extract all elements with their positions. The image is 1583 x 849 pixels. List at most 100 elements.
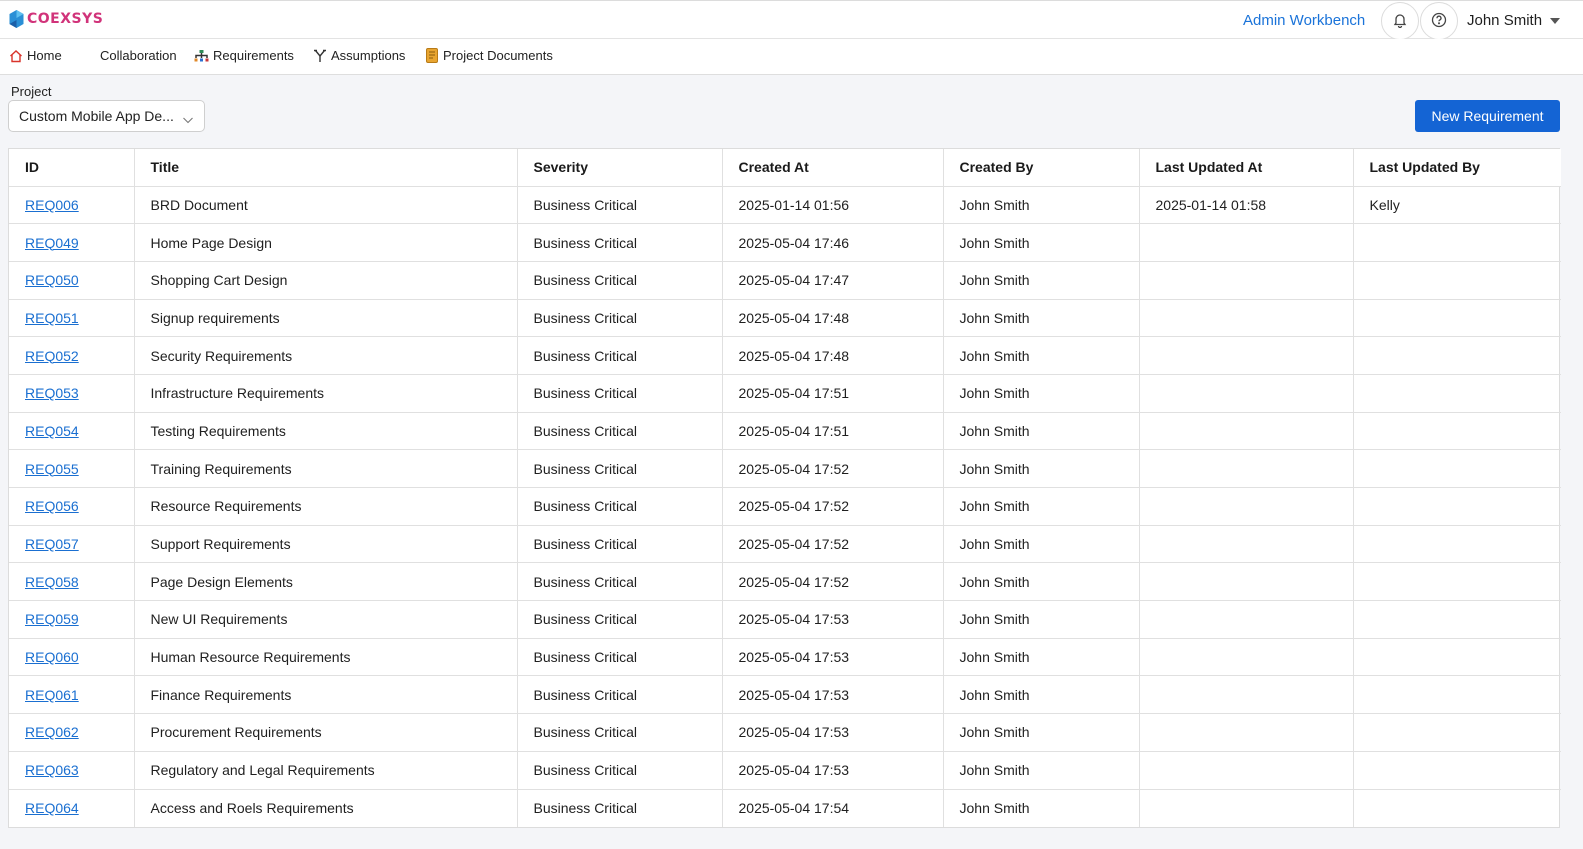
admin-workbench-link[interactable]: Admin Workbench (1243, 12, 1365, 29)
main-nav: Home Collaboration Requirements Assumpti… (0, 39, 1583, 75)
cell-last-updated-at (1139, 789, 1354, 827)
cell-last-updated-by (1353, 412, 1561, 451)
cell-severity: Business Critical (517, 223, 723, 262)
notifications-button[interactable] (1381, 2, 1419, 40)
table-body: REQ006 BRD Document Business Critical 2025-… (9, 186, 1561, 827)
table-row[interactable]: REQ052 Security Requirements Business Crit… (9, 336, 1561, 375)
new-requirement-button[interactable]: New Requirement (1415, 100, 1560, 132)
cell-created-at: 2025-05-04 17:52 (722, 562, 944, 602)
column-header-last-updated-by[interactable]: Last Updated By (1353, 149, 1561, 187)
cell-created-at: 2025-05-04 17:48 (722, 336, 944, 375)
nav-project-documents[interactable]: Project Documents (424, 48, 553, 63)
requirement-id-link[interactable]: REQ049 (25, 235, 79, 251)
cell-id: REQ006 (9, 186, 135, 225)
cell-created-by: John Smith (943, 675, 1140, 715)
column-header-created-by[interactable]: Created By (943, 149, 1140, 187)
user-name: John Smith (1467, 12, 1543, 29)
cell-id: REQ049 (9, 223, 135, 262)
table-row[interactable]: REQ054 Testing Requirements Business Criti… (9, 412, 1561, 451)
cell-last-updated-by (1353, 261, 1561, 300)
table-row[interactable]: REQ057 Support Requirements Business Criti… (9, 525, 1561, 564)
table-row[interactable]: REQ058 Page Design Elements Business Criti… (9, 562, 1561, 602)
requirement-id-link[interactable]: REQ064 (25, 800, 79, 816)
table-row[interactable]: REQ056 Resource Requirements Business Crit… (9, 487, 1561, 526)
project-label: Project (11, 84, 52, 99)
nav-assumptions-label: Assumptions (331, 48, 406, 63)
table-row[interactable]: REQ006 BRD Document Business Critical 2025-… (9, 186, 1561, 225)
logo[interactable]: COEXSYS (8, 9, 103, 29)
table-row[interactable]: REQ051 Signup requirements Business Critic… (9, 299, 1561, 338)
cell-created-by: John Smith (943, 223, 1140, 262)
cell-id: REQ053 (9, 374, 135, 413)
table-row[interactable]: REQ059 New UI Requirements Business Critic… (9, 600, 1561, 639)
cell-severity: Business Critical (517, 675, 723, 715)
requirement-id-link[interactable]: REQ052 (25, 348, 79, 364)
cell-created-by: John Smith (943, 562, 1140, 602)
logo-text: COEXSYS (27, 11, 104, 27)
table-row[interactable]: REQ050 Shopping Cart Design Business Criti… (9, 261, 1561, 300)
cell-id: REQ054 (9, 412, 135, 451)
table-row[interactable]: REQ063 Regulatory and Legal Requirements B… (9, 751, 1561, 790)
requirement-id-link[interactable]: REQ054 (25, 423, 79, 439)
caret-down-icon (1550, 17, 1561, 24)
cell-created-at: 2025-05-04 17:51 (722, 374, 944, 413)
table-row[interactable]: REQ053 Infrastructure Requirements Busines… (9, 374, 1561, 413)
help-icon (1431, 12, 1447, 31)
cell-last-updated-at (1139, 562, 1354, 602)
requirement-id-link[interactable]: REQ055 (25, 461, 79, 477)
cell-severity: Business Critical (517, 374, 723, 413)
cell-created-by: John Smith (943, 336, 1140, 375)
requirement-id-link[interactable]: REQ060 (25, 649, 79, 665)
column-header-id[interactable]: ID (9, 149, 135, 187)
cell-last-updated-by (1353, 449, 1561, 488)
requirement-id-link[interactable]: REQ062 (25, 724, 79, 740)
cell-id: REQ060 (9, 638, 135, 677)
logo-icon (8, 9, 25, 29)
table-row[interactable]: REQ049 Home Page Design Business Critical 2… (9, 223, 1561, 262)
help-button[interactable] (1420, 2, 1458, 40)
nav-assumptions[interactable]: Assumptions (312, 48, 405, 63)
requirement-id-link[interactable]: REQ053 (25, 385, 79, 401)
project-select[interactable]: Custom Mobile App De... (8, 100, 205, 132)
column-header-last-updated-at[interactable]: Last Updated At (1139, 149, 1354, 187)
user-menu[interactable]: John Smith (1467, 12, 1561, 29)
requirement-id-link[interactable]: REQ057 (25, 536, 79, 552)
cell-id: REQ063 (9, 751, 135, 790)
cell-severity: Business Critical (517, 525, 723, 564)
cell-last-updated-at (1139, 449, 1354, 488)
cell-id: REQ056 (9, 487, 135, 526)
cell-last-updated-at (1139, 525, 1354, 564)
column-header-title[interactable]: Title (134, 149, 518, 187)
cell-title: Human Resource Requirements (134, 638, 518, 677)
cell-title: Page Design Elements (134, 562, 518, 602)
cell-last-updated-by (1353, 638, 1561, 677)
table-row[interactable]: REQ064 Access and Roels Requirements Busin… (9, 789, 1561, 827)
cell-created-at: 2025-05-04 17:46 (722, 223, 944, 262)
cell-title: Home Page Design (134, 223, 518, 262)
requirement-id-link[interactable]: REQ006 (25, 197, 79, 213)
column-header-severity[interactable]: Severity (517, 149, 723, 187)
cell-title: Security Requirements (134, 336, 518, 375)
cell-last-updated-at (1139, 487, 1354, 526)
requirement-id-link[interactable]: REQ056 (25, 498, 79, 514)
cell-created-by: John Smith (943, 449, 1140, 488)
cell-last-updated-at (1139, 299, 1354, 338)
requirement-id-link[interactable]: REQ051 (25, 310, 79, 326)
table-row[interactable]: REQ055 Training Requirements Business Crit… (9, 449, 1561, 488)
nav-collaboration[interactable]: Collaboration (100, 48, 177, 63)
requirement-id-link[interactable]: REQ061 (25, 687, 79, 703)
nav-home[interactable]: Home (8, 48, 62, 63)
table-row[interactable]: REQ060 Human Resource Requirements Busines… (9, 638, 1561, 677)
nav-requirements[interactable]: Requirements (194, 48, 294, 63)
requirement-id-link[interactable]: REQ058 (25, 574, 79, 590)
requirement-id-link[interactable]: REQ059 (25, 611, 79, 627)
nav-home-label: Home (27, 48, 62, 63)
table-row[interactable]: REQ062 Procurement Requirements Business C… (9, 713, 1561, 752)
cell-id: REQ057 (9, 525, 135, 564)
requirement-id-link[interactable]: REQ050 (25, 272, 79, 288)
fork-icon (312, 48, 327, 63)
requirement-id-link[interactable]: REQ063 (25, 762, 79, 778)
table-row[interactable]: REQ061 Finance Requirements Business Criti… (9, 675, 1561, 715)
cell-severity: Business Critical (517, 412, 723, 451)
column-header-created-at[interactable]: Created At (722, 149, 944, 187)
